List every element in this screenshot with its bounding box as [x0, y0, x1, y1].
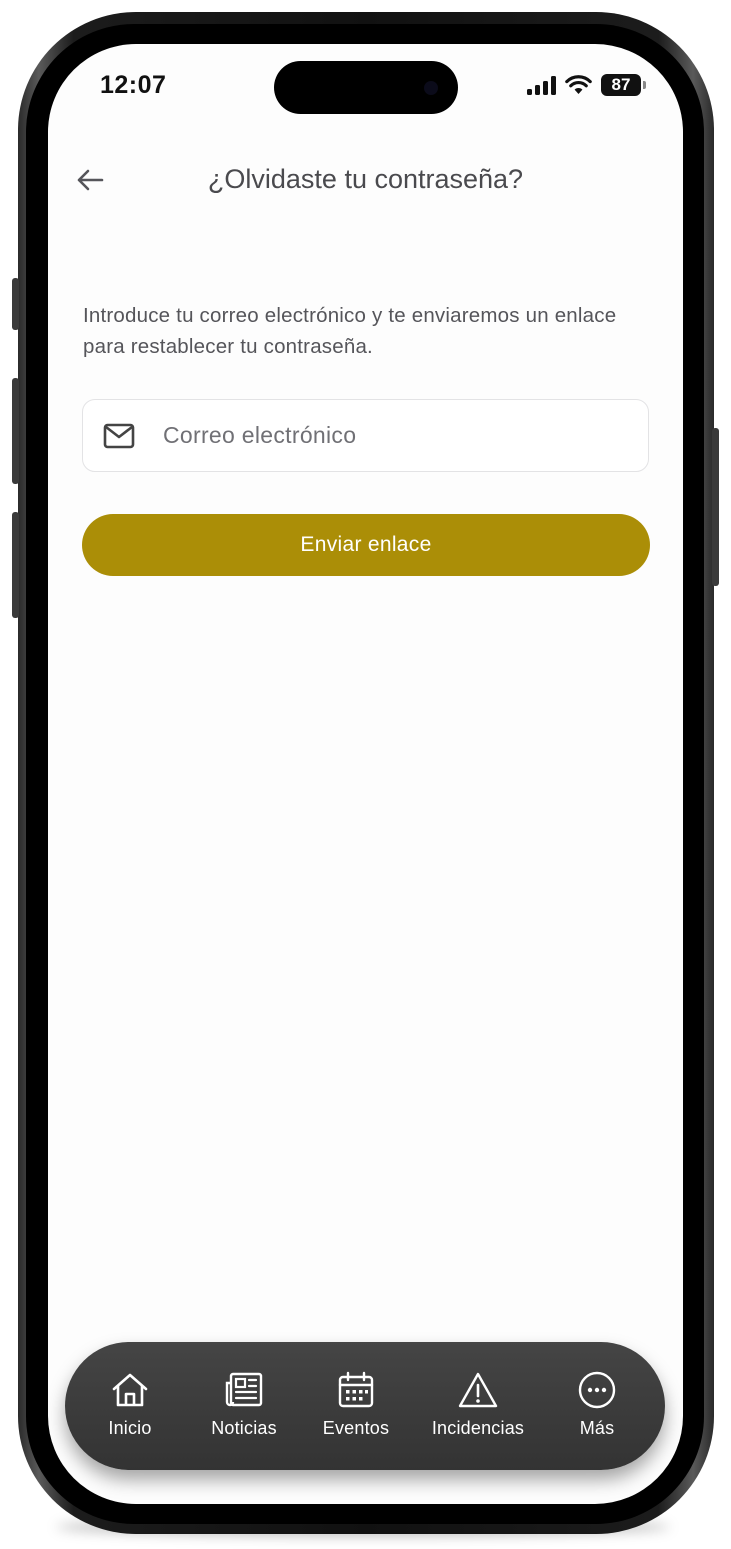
- cellular-signal-icon: [527, 75, 556, 95]
- warning-icon: [457, 1370, 499, 1410]
- send-link-button[interactable]: Enviar enlace: [82, 514, 650, 576]
- intro-text: Introduce tu correo electrónico y te env…: [83, 304, 617, 358]
- battery-nub: [643, 81, 646, 89]
- bottom-nav: Inicio Noticias Eventos Incidencias Más: [65, 1342, 665, 1470]
- nav-label: Más: [579, 1418, 615, 1438]
- nav-label: Incidencias: [431, 1418, 525, 1438]
- email-input[interactable]: [161, 421, 605, 450]
- side-button-volume-up: [12, 378, 19, 484]
- email-field[interactable]: [82, 399, 649, 472]
- status-time: 12:07: [100, 71, 167, 99]
- nav-item-eventos[interactable]: Eventos: [296, 1370, 416, 1439]
- dynamic-island: [274, 61, 458, 114]
- nav-item-incidencias[interactable]: Incidencias: [418, 1370, 538, 1439]
- home-icon: [110, 1370, 150, 1410]
- mail-icon: [103, 423, 135, 449]
- nav-item-mas[interactable]: Más: [537, 1370, 657, 1439]
- app-screen: 12:07 87 ¿Olvidaste tu contraseña? Intro…: [48, 44, 683, 1504]
- side-button-silent: [12, 278, 19, 330]
- nav-label: Noticias: [211, 1418, 277, 1438]
- nav-item-inicio[interactable]: Inicio: [70, 1370, 190, 1439]
- side-button-volume-down: [12, 512, 19, 618]
- back-button[interactable]: [72, 162, 108, 198]
- battery-level: 87: [611, 75, 631, 94]
- nav-item-noticias[interactable]: Noticias: [184, 1370, 304, 1439]
- page-title: ¿Olvidaste tu contraseña?: [207, 164, 524, 194]
- status-indicators: 87: [527, 74, 646, 96]
- newspaper-icon: [224, 1370, 264, 1410]
- arrow-left-icon: [77, 169, 104, 191]
- more-icon: [577, 1370, 617, 1410]
- front-camera: [424, 81, 438, 95]
- wifi-icon: [565, 75, 592, 94]
- battery-indicator: 87: [601, 74, 646, 96]
- nav-label: Eventos: [322, 1418, 390, 1438]
- calendar-icon: [336, 1370, 376, 1410]
- header: ¿Olvidaste tu contraseña?: [48, 156, 683, 204]
- nav-label: Inicio: [108, 1418, 152, 1438]
- side-button-power: [712, 428, 719, 586]
